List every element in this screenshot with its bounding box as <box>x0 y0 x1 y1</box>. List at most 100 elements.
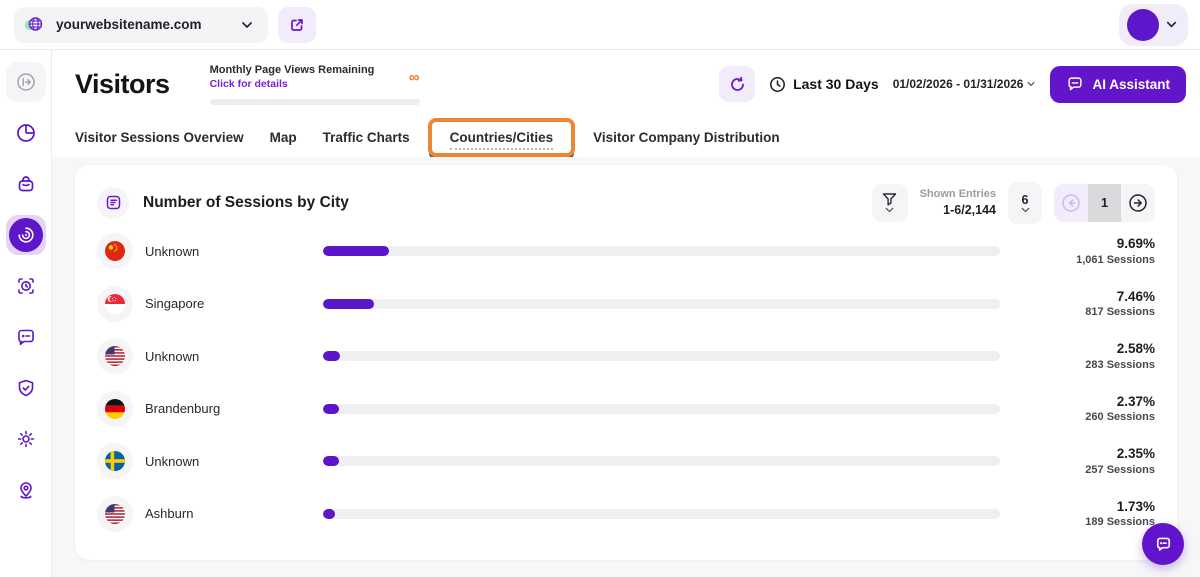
focus-scan-icon <box>15 275 37 297</box>
shown-entries-label: Shown Entries <box>920 187 996 201</box>
session-bar <box>323 246 1000 256</box>
city-label: Brandenburg <box>133 401 323 416</box>
tab-traffic-charts[interactable]: Traffic Charts <box>323 130 410 145</box>
arrow-right-icon <box>1127 192 1149 214</box>
sidebar-item-communication[interactable] <box>6 317 46 357</box>
table-row[interactable]: Singapore 7.46% 817 Sessions <box>97 277 1155 330</box>
quota-details-link[interactable]: Click for details <box>210 78 375 90</box>
table-row[interactable]: Ashburn 1.73% 189 Sessions <box>97 487 1155 540</box>
sidebar-item-settings[interactable] <box>6 419 46 459</box>
sidebar-item-location[interactable] <box>6 470 46 510</box>
ai-assistant-button[interactable]: AI Assistant <box>1050 66 1186 103</box>
page-header: Visitors Monthly Page Views Remaining Cl… <box>52 50 1200 111</box>
session-bar <box>323 404 1000 414</box>
visitors-radar-icon <box>9 218 43 252</box>
avatar <box>1127 9 1159 41</box>
sessions-value: 817 Sessions <box>1000 305 1155 319</box>
table-row[interactable]: Unknown 2.58% 283 Sessions <box>97 330 1155 383</box>
map-pin-icon <box>15 479 37 501</box>
country-flag-icon <box>97 496 133 532</box>
shown-entries-value: 1-6/2,144 <box>920 202 996 218</box>
date-range-selector[interactable]: 01/02/2026 - 01/31/2026 <box>893 77 1037 91</box>
tab-visitor-sessions-overview[interactable]: Visitor Sessions Overview <box>75 130 244 145</box>
chevron-down-icon <box>1021 207 1030 213</box>
content-area: Number of Sessions by City Sh <box>52 157 1200 577</box>
tab-map[interactable]: Map <box>270 130 297 145</box>
shield-check-icon <box>15 377 37 399</box>
sidebar-item-behavior[interactable] <box>6 266 46 306</box>
sidebar-item-collapse[interactable] <box>6 62 46 102</box>
page-title: Visitors <box>75 69 170 100</box>
percent-value: 9.69% <box>1000 235 1155 253</box>
table-row[interactable]: Brandenburg 2.37% 260 Sessions <box>97 382 1155 435</box>
city-label: Unknown <box>133 244 323 259</box>
main-area: Visitors Monthly Page Views Remaining Cl… <box>52 50 1200 577</box>
country-flag-icon <box>97 391 133 427</box>
table-row[interactable]: Unknown 9.69% 1,061 Sessions <box>97 225 1155 278</box>
chevron-down-icon <box>1165 18 1178 31</box>
country-flag-icon <box>97 286 133 322</box>
bag-icon <box>15 173 37 195</box>
chevron-down-icon <box>885 207 894 213</box>
quota-progress-bar <box>210 99 420 105</box>
report-icon <box>97 187 129 219</box>
session-bar <box>323 456 1000 466</box>
external-link-icon <box>288 16 306 34</box>
sidebar-item-visitors[interactable] <box>6 215 46 255</box>
city-label: Unknown <box>133 349 323 364</box>
session-bar <box>323 509 1000 519</box>
city-label: Singapore <box>133 296 323 311</box>
ai-assistant-label: AI Assistant <box>1092 77 1170 92</box>
arrow-left-icon <box>1060 192 1082 214</box>
filter-funnel-icon <box>881 192 898 207</box>
percent-value: 2.35% <box>1000 445 1155 463</box>
globe-icon <box>22 13 46 37</box>
collapse-sidebar-icon <box>15 71 37 93</box>
city-label: Ashburn <box>133 506 323 521</box>
tab-highlight-box: Countries/Cities <box>428 118 576 157</box>
tab-visitor-company-distribution[interactable]: Visitor Company Distribution <box>593 130 780 145</box>
country-flag-icon <box>97 233 133 269</box>
chat-bubble-icon <box>1153 534 1174 555</box>
sessions-value: 189 Sessions <box>1000 515 1155 529</box>
page-size-selector[interactable]: 6 <box>1008 182 1042 224</box>
sidebar-item-company[interactable] <box>6 164 46 204</box>
tab-bar: Visitor Sessions Overview Map Traffic Ch… <box>52 111 1200 157</box>
percent-value: 7.46% <box>1000 288 1155 306</box>
open-website-button[interactable] <box>278 7 316 43</box>
card-title: Number of Sessions by City <box>143 194 349 212</box>
website-selector[interactable]: yourwebsitename.com <box>14 7 268 43</box>
country-flag-icon <box>97 443 133 479</box>
row-stats: 2.35% 257 Sessions <box>1000 445 1155 477</box>
date-range-value: 01/02/2026 - 01/31/2026 <box>893 77 1024 91</box>
sessions-value: 257 Sessions <box>1000 463 1155 477</box>
sessions-value: 283 Sessions <box>1000 358 1155 372</box>
user-menu[interactable] <box>1119 4 1188 46</box>
sidebar-item-privacy[interactable] <box>6 368 46 408</box>
prev-page-button[interactable] <box>1054 184 1088 222</box>
row-stats: 1.73% 189 Sessions <box>1000 498 1155 530</box>
sidebar <box>0 50 52 577</box>
table-row[interactable]: Unknown 2.35% 257 Sessions <box>97 435 1155 488</box>
next-page-button[interactable] <box>1121 184 1155 222</box>
tab-countries-cities[interactable]: Countries/Cities <box>450 130 554 150</box>
current-page: 1 <box>1088 184 1121 222</box>
refresh-button[interactable] <box>719 66 755 102</box>
session-bar <box>323 299 1000 309</box>
top-bar: yourwebsitename.com <box>0 0 1200 50</box>
period-selector[interactable]: Last 30 Days <box>769 76 879 93</box>
percent-value: 1.73% <box>1000 498 1155 516</box>
website-name: yourwebsitename.com <box>56 17 202 32</box>
sidebar-item-dashboard[interactable] <box>6 113 46 153</box>
sessions-by-city-card: Number of Sessions by City Sh <box>75 165 1177 560</box>
shown-entries: Shown Entries 1-6/2,144 <box>920 187 996 218</box>
refresh-icon <box>728 75 747 94</box>
filter-button[interactable] <box>872 184 908 222</box>
support-chat-button[interactable] <box>1142 523 1184 565</box>
chevron-down-icon <box>240 18 254 32</box>
chat-icon <box>1066 75 1084 93</box>
chevron-down-icon <box>1026 79 1036 89</box>
row-stats: 2.58% 283 Sessions <box>1000 340 1155 372</box>
percent-value: 2.37% <box>1000 393 1155 411</box>
chat-bubble-icon <box>15 326 37 348</box>
